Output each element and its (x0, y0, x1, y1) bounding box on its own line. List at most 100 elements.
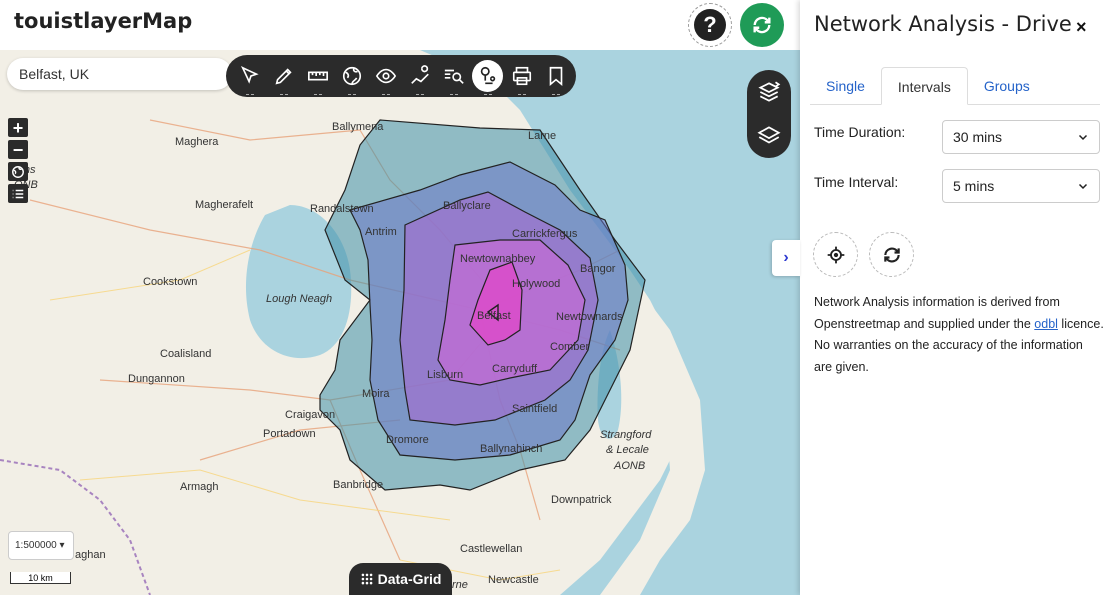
search-tool[interactable] (438, 60, 469, 92)
tab-single[interactable]: Single (810, 67, 881, 104)
map-canvas[interactable]: Ballymena Maghera Magherafelt Larne Rand… (0, 0, 800, 595)
locate-button[interactable] (813, 232, 858, 277)
label-randalstown: Randalstown (310, 203, 374, 215)
label-magherafelt: Magherafelt (195, 199, 253, 211)
map-toolbar (226, 55, 576, 97)
label-bangor: Bangor (580, 263, 616, 275)
label-ballymena: Ballymena (332, 121, 384, 133)
label-newtownards: Newtownards (556, 311, 623, 323)
label-comber: Comber (550, 341, 589, 353)
label-antrim: Antrim (365, 226, 397, 238)
time-interval-label: Time Interval: (814, 174, 899, 190)
label-portadown: Portadown (263, 428, 316, 440)
print-tool[interactable] (506, 60, 537, 92)
time-duration-label: Time Duration: (814, 124, 906, 140)
help-button[interactable]: ? (688, 3, 732, 47)
legend-list-button[interactable] (8, 184, 28, 203)
panel-title: Network Analysis - Drive (814, 12, 1072, 36)
search-input[interactable]: Belfast, UK (7, 58, 232, 90)
reset-analysis-button[interactable] (869, 232, 914, 277)
printer-icon (512, 66, 531, 86)
route-pins-icon (480, 66, 495, 85)
refresh-button[interactable] (740, 3, 784, 47)
tab-groups[interactable]: Groups (968, 67, 1046, 104)
scale-bar: 10 km (10, 572, 71, 584)
chevron-down-icon: ▾ (59, 540, 65, 551)
globe-icon (342, 66, 361, 86)
data-grid-label: Data-Grid (377, 571, 442, 587)
zoom-controls: + − (8, 118, 28, 203)
label-strangford: Strangford (600, 429, 652, 441)
measure-tool[interactable] (302, 60, 333, 92)
bookmark-tool[interactable] (540, 60, 571, 92)
label-armagh: Armagh (180, 481, 219, 493)
info-text-pre: Network Analysis information is derived … (814, 295, 1060, 331)
tab-intervals[interactable]: Intervals (880, 67, 968, 105)
label-newtownabbey: Newtownabbey (460, 253, 536, 265)
label-saintfield: Saintfield (512, 403, 557, 415)
label-lough-neagh: Lough Neagh (266, 293, 332, 305)
refresh-icon (753, 16, 771, 34)
label-downpatrick: Downpatrick (551, 494, 612, 506)
info-text: Network Analysis information is derived … (814, 292, 1104, 378)
globe-tool[interactable] (336, 60, 367, 92)
time-duration-select[interactable]: 30 mins (942, 120, 1100, 154)
close-icon[interactable]: × (1076, 17, 1087, 38)
label-maghera: Maghera (175, 136, 219, 148)
chevron-right-icon: › (783, 249, 789, 266)
label-coalisland: Coalisland (160, 348, 211, 360)
globe-icon (12, 165, 24, 178)
bookmark-icon (549, 66, 562, 87)
label-holywood: Holywood (512, 278, 560, 290)
label-carryduff: Carryduff (492, 363, 538, 375)
network-analysis-tool[interactable] (472, 60, 503, 92)
odbl-link[interactable]: odbl (1034, 317, 1058, 331)
eye-icon (375, 68, 396, 84)
label-ballynahinch: Ballynahinch (480, 443, 542, 455)
label-dungannon: Dungannon (128, 373, 185, 385)
label-moira: Moira (362, 388, 390, 400)
pen-icon (275, 68, 292, 85)
time-interval-value: 5 mins (953, 178, 995, 194)
panel-collapse-button[interactable]: › (772, 240, 800, 276)
globe-reset-button[interactable] (8, 162, 28, 181)
label-ballyclare: Ballyclare (443, 200, 491, 212)
label-larne: Larne (528, 130, 556, 142)
label-cookstown: Cookstown (143, 276, 197, 288)
label-carrickfergus: Carrickfergus (512, 228, 578, 240)
title-bar: touistlayerMap ? (0, 0, 800, 50)
select-tool[interactable] (234, 60, 265, 92)
visibility-tool[interactable] (370, 60, 401, 92)
layers-icon[interactable] (756, 123, 782, 149)
network-analysis-panel: Network Analysis - Drive × Single Interv… (800, 0, 1112, 595)
draw-tool[interactable] (268, 60, 299, 92)
time-interval-select[interactable]: 5 mins (942, 169, 1100, 203)
scale-select[interactable]: 1:500000 ▾ (8, 531, 74, 560)
data-grid-button[interactable]: Data-Grid (349, 563, 452, 595)
zoom-in-button[interactable]: + (8, 118, 28, 137)
label-lecale: & Lecale (606, 444, 649, 456)
label-castlewellan: Castlewellan (460, 543, 522, 555)
label-banbridge: Banbridge (333, 479, 383, 491)
label-craigavon: Craigavon (285, 409, 335, 421)
grid-icon (361, 573, 372, 585)
ruler-icon (307, 71, 328, 81)
label-lisburn: Lisburn (427, 369, 463, 381)
layer-swap-icon[interactable] (756, 79, 782, 105)
refresh-icon (883, 247, 900, 262)
list-icon (12, 189, 24, 198)
zoom-out-button[interactable]: − (8, 140, 28, 159)
help-icon: ? (694, 9, 726, 41)
pointer-icon (240, 66, 259, 84)
crosshair-icon (827, 246, 844, 263)
label-rne: rne (452, 579, 468, 591)
map-pin-icon (410, 65, 429, 84)
label-aonb: AONB (613, 460, 645, 472)
poi-tool[interactable] (404, 60, 435, 92)
time-duration-value: 30 mins (953, 129, 1003, 145)
label-belfast: Belfast (477, 310, 511, 322)
label-aghan: aghan (75, 549, 106, 561)
scale-ratio: 1:500000 (15, 540, 57, 551)
panel-tabs: Single Intervals Groups (810, 67, 1100, 105)
chevron-down-icon (1078, 134, 1088, 141)
